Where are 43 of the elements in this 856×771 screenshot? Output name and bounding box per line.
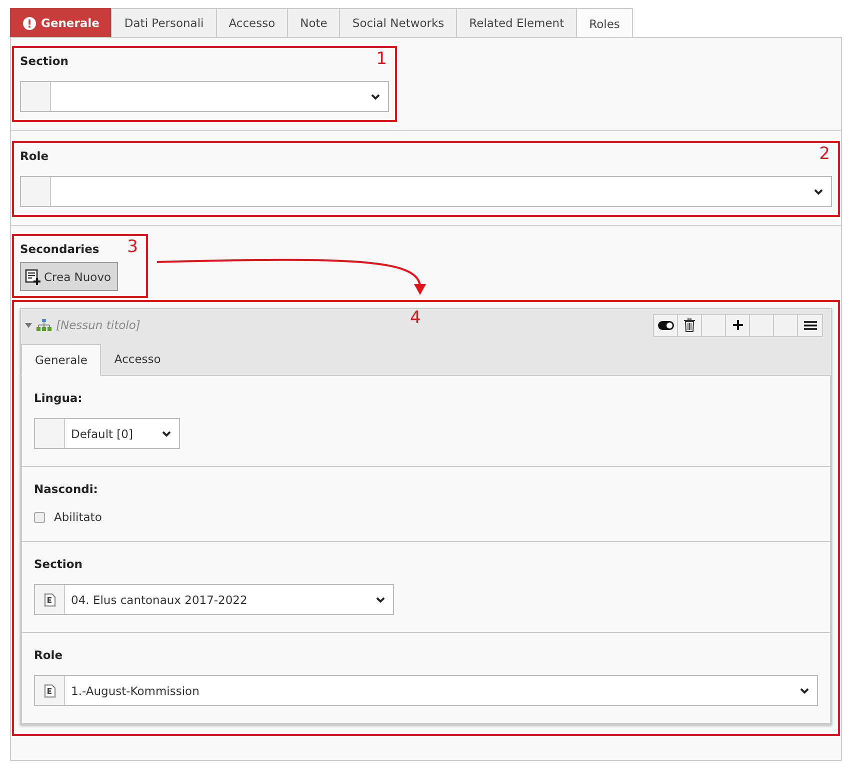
- field-label: Lingua:: [34, 391, 82, 405]
- tab[interactable]: Accesso: [216, 8, 288, 37]
- add-record-icon: [25, 268, 41, 284]
- tab[interactable]: Dati Personali: [111, 8, 217, 37]
- create-new-button[interactable]: Crea Nuovo: [20, 262, 118, 291]
- field-label: Section: [34, 557, 82, 571]
- tab[interactable]: Social Networks: [339, 8, 458, 37]
- tab[interactable]: Related Element: [456, 8, 578, 37]
- trash-icon: [684, 318, 695, 332]
- tab[interactable]: Note: [287, 8, 340, 37]
- select-field[interactable]: 1.-August-Kommission: [34, 675, 818, 706]
- toggle-icon: [658, 320, 674, 330]
- document-icon: [44, 592, 56, 606]
- select-field[interactable]: Default [0]: [34, 418, 180, 449]
- field-label: Section: [20, 54, 68, 68]
- chevron-down-icon: [376, 596, 385, 602]
- caret-icon[interactable]: [25, 322, 32, 328]
- tab[interactable]: Generale: [10, 8, 112, 37]
- tab[interactable]: Accesso: [101, 344, 174, 376]
- field-label: Role: [34, 648, 62, 662]
- menu-icon: [804, 320, 816, 330]
- plus-icon: [732, 320, 742, 330]
- record-title: [Nessun titolo]: [56, 318, 142, 332]
- select-field[interactable]: 04. Elus cantonaux 2017-2022: [34, 584, 394, 615]
- checkbox-label: Abilitato: [54, 510, 102, 524]
- tree-icon: [36, 319, 52, 331]
- chevron-down-icon: [814, 188, 823, 194]
- annotation-number: 3: [127, 239, 138, 256]
- chevron-down-icon: [371, 94, 380, 100]
- annotation-number: 4: [410, 310, 421, 327]
- annotation-number: 2: [819, 146, 830, 163]
- checkbox[interactable]: [34, 512, 45, 522]
- field-label: Role: [20, 149, 48, 163]
- tab[interactable]: Generale: [21, 344, 102, 376]
- field-label: Secondaries: [20, 242, 100, 256]
- chevron-down-icon: [800, 688, 809, 694]
- select-field[interactable]: [20, 176, 832, 207]
- annotation-number: 1: [376, 51, 387, 68]
- field-label: Nascondi:: [34, 482, 98, 496]
- tab[interactable]: Roles: [576, 8, 633, 38]
- document-icon: [44, 684, 56, 698]
- select-field[interactable]: [20, 81, 389, 112]
- chevron-down-icon: [162, 430, 171, 436]
